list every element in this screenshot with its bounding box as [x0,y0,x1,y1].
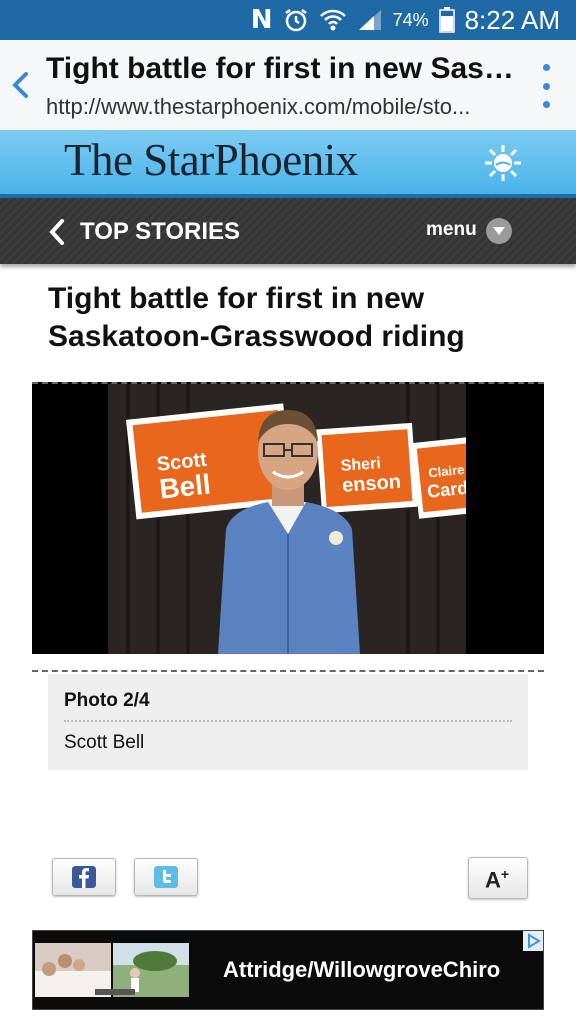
facebook-icon [72,866,96,888]
ad-banner[interactable]: Attridge/WillowgroveChiro [32,930,544,1010]
back-chevron-icon[interactable] [8,68,32,102]
alarm-icon [283,7,309,33]
photo-scott-bell: Scott Bell Sheri enson Claire Card [108,384,466,654]
section-nav-bar: TOP STORIES menu [0,198,576,264]
site-logo[interactable]: The StarPhoenix [64,134,358,186]
page-url[interactable]: http://www.thestarphoenix.com/mobile/sto… [46,94,521,120]
twitter-icon [154,866,178,888]
article-photo[interactable]: Scott Bell Sheri enson Claire Card [32,382,544,654]
sign-3-last: Card [426,478,466,502]
facebook-share-button[interactable] [52,858,116,896]
caption-divider [64,720,512,722]
photo-divider [32,670,544,672]
font-size-button[interactable]: A+ [468,857,528,899]
battery-icon [438,7,455,33]
signal-icon [357,8,383,32]
sun-icon [485,145,521,181]
wifi-icon [319,7,347,33]
twitter-share-button[interactable] [134,858,198,896]
status-icons: N 74% 8:22 AM [251,0,560,40]
status-time: 8:22 AM [464,4,560,35]
section-title-top-stories[interactable]: TOP STORIES [80,218,240,246]
ad-text: Attridge/WillowgroveChiro [223,957,501,982]
sign-1-last: Bell [158,468,212,504]
caption-text: Scott Bell [64,732,145,753]
battery-percent: 74% [392,9,429,30]
photo-counter: Photo 2/4 [64,690,150,711]
font-size-label: A+ [485,866,510,893]
article-headline: Tight battle for first in new Saskatoon-… [48,282,465,353]
sign-2-last: enson [341,471,401,497]
photo-caption: Photo 2/4 Scott Bell [48,674,528,770]
page-title: Tight battle for first in new Sask... [46,52,516,85]
overflow-menu-icon[interactable] [538,64,554,108]
nav-back-icon[interactable] [48,218,66,246]
ad-thumbnail-image [35,943,189,997]
n-notification-icon: N [250,5,273,35]
menu-dropdown-icon[interactable] [486,218,512,244]
masthead: The StarPhoenix [0,130,576,198]
ad-choices-icon[interactable] [523,931,543,951]
menu-button-label[interactable]: menu [426,219,477,241]
status-bar: N 74% 8:22 AM [0,0,576,40]
browser-title-bar: Tight battle for first in new Sask... ht… [0,40,576,130]
